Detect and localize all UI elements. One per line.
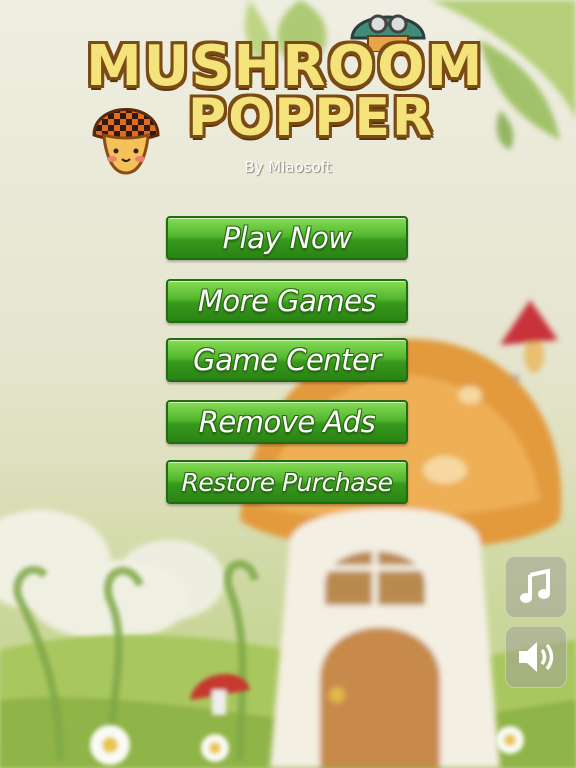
- sound-toggle-button[interactable]: [505, 626, 567, 688]
- more-games-label: More Games: [197, 284, 377, 318]
- title-line-2: POPPER: [188, 88, 435, 148]
- speaker-icon: [519, 642, 554, 672]
- music-note-icon: [520, 568, 550, 603]
- music-toggle-button[interactable]: [505, 556, 567, 618]
- remove-ads-button[interactable]: Remove Ads: [166, 400, 408, 444]
- developer-byline: By Miaosoft: [244, 158, 332, 176]
- game-center-button[interactable]: Game Center: [166, 338, 408, 382]
- restore-purchase-label: Restore Purchase: [181, 467, 394, 497]
- remove-ads-label: Remove Ads: [198, 405, 376, 439]
- game-scene: MUSHROOM POPPER By Miaosoft Play Now Mor…: [0, 0, 576, 768]
- more-games-button[interactable]: More Games: [166, 279, 408, 323]
- play-now-button[interactable]: Play Now: [166, 216, 408, 260]
- restore-purchase-button[interactable]: Restore Purchase: [166, 460, 408, 504]
- play-now-label: Play Now: [222, 221, 352, 255]
- game-center-label: Game Center: [193, 343, 381, 377]
- game-title-logo: MUSHROOM POPPER: [80, 32, 500, 148]
